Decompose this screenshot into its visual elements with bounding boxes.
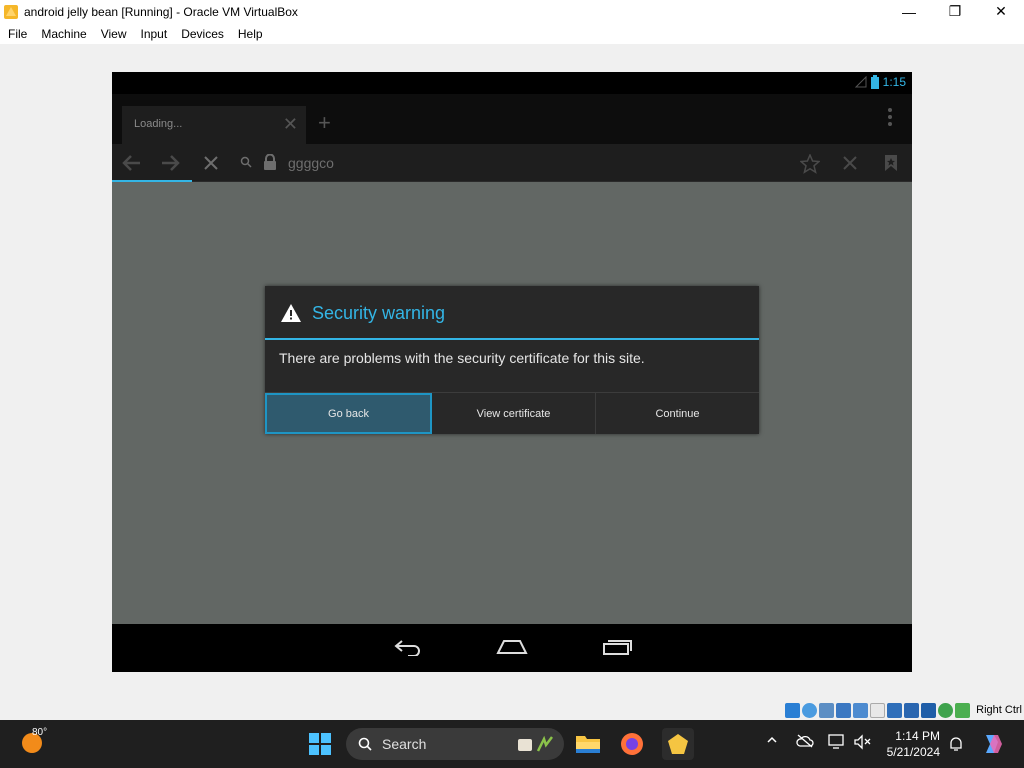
star-bookmark-icon[interactable] [800, 154, 820, 174]
forward-arrow-icon[interactable] [160, 154, 180, 172]
volume-muted-icon[interactable] [854, 734, 872, 750]
browser-tab-bar: Loading... ✕ + [112, 94, 912, 144]
guest-additions-icon[interactable] [938, 702, 954, 718]
bookmarks-icon[interactable] [884, 154, 898, 172]
menu-help[interactable]: Help [232, 27, 269, 41]
clock-date: 5/21/2024 [886, 745, 940, 759]
window-title: android jelly bean [Running] - Oracle VM… [24, 4, 298, 19]
tab-label: Loading... [134, 118, 183, 130]
vbox-status-bar: Right Ctrl [785, 700, 1024, 720]
clock[interactable]: 1:14 PM 5/21/2024 [887, 728, 940, 760]
firefox-button[interactable] [616, 728, 648, 760]
virtualbox-taskbar-button[interactable] [662, 728, 694, 760]
overflow-menu-icon[interactable] [888, 108, 892, 126]
vm-screen[interactable]: 1:15 Loading... ✕ + ggggco Security warn… [112, 72, 912, 672]
shared-folders-icon[interactable] [870, 702, 886, 718]
menu-view[interactable]: View [95, 27, 133, 41]
virtualbox-icon [668, 734, 688, 754]
menu-bar: File Machine View Input Devices Help [0, 23, 1024, 44]
continue-button[interactable]: Continue [596, 393, 759, 434]
search-icon [358, 737, 372, 751]
browser-tab[interactable]: Loading... ✕ [122, 106, 306, 144]
start-button[interactable] [304, 728, 336, 760]
weather-temperature: 80° [32, 727, 48, 738]
dialog-button-row: Go back View certificate Continue [265, 392, 759, 434]
audio-icon[interactable] [819, 702, 835, 718]
menu-input[interactable]: Input [135, 27, 174, 41]
tab-close-icon[interactable]: ✕ [283, 114, 298, 135]
taskbar-search-box[interactable]: Search [346, 728, 564, 760]
hard-disk-icon[interactable] [785, 702, 801, 718]
menu-devices[interactable]: Devices [175, 27, 230, 41]
cloud-offline-icon[interactable] [796, 734, 814, 748]
file-explorer-button[interactable] [572, 728, 604, 760]
windows-taskbar: 80° Search 1:14 PM 5/21/2024 [0, 720, 1024, 768]
notification-bell-icon[interactable] [948, 736, 964, 752]
nav-recents-icon[interactable] [602, 638, 632, 656]
display-icon[interactable] [887, 702, 903, 718]
copilot-icon[interactable] [980, 732, 1004, 756]
android-nav-bar [112, 624, 912, 672]
network-icon[interactable] [836, 702, 852, 718]
security-warning-dialog: Security warning There are problems with… [265, 286, 759, 434]
url-input[interactable]: ggggco [288, 155, 334, 171]
close-button[interactable]: ✕ [978, 0, 1024, 23]
lock-icon [264, 154, 276, 170]
menu-machine[interactable]: Machine [35, 27, 92, 41]
title-bar: android jelly bean [Running] - Oracle VM… [0, 0, 1024, 23]
network-icon[interactable] [828, 734, 846, 750]
windows-logo-icon [309, 733, 331, 755]
view-certificate-button[interactable]: View certificate [432, 393, 596, 434]
signal-icon [854, 76, 867, 88]
folder-icon [576, 736, 600, 753]
usb-icon[interactable] [853, 702, 869, 718]
search-placeholder: Search [382, 736, 427, 752]
show-hidden-icons-chevron-icon[interactable] [766, 734, 778, 746]
go-back-button[interactable]: Go back [265, 393, 432, 434]
dialog-title: Security warning [312, 303, 446, 323]
browser-url-bar: ggggco [112, 144, 912, 182]
optical-drive-icon[interactable] [802, 702, 818, 718]
new-tab-icon[interactable]: + [318, 110, 331, 136]
host-key-label: Right Ctrl [976, 704, 1022, 716]
dialog-message: There are problems with the security cer… [279, 350, 645, 366]
virtualbox-app-icon [4, 4, 18, 19]
stop-loading-icon[interactable] [203, 155, 219, 171]
firefox-icon [621, 733, 643, 755]
menu-file[interactable]: File [2, 27, 33, 41]
search-highlight-icon [518, 735, 553, 752]
android-status-bar: 1:15 [112, 72, 912, 94]
status-clock: 1:15 [882, 75, 906, 89]
search-icon [240, 156, 252, 168]
dialog-header: Security warning [265, 286, 759, 340]
nav-back-icon[interactable] [394, 638, 422, 656]
back-arrow-icon[interactable] [122, 154, 142, 172]
warning-icon [281, 304, 301, 322]
minimize-button[interactable]: — [886, 0, 932, 23]
battery-icon [870, 75, 879, 89]
nav-home-icon[interactable] [496, 638, 528, 656]
vm-icon[interactable] [921, 702, 937, 718]
recording-icon[interactable] [904, 702, 920, 718]
clear-url-icon[interactable] [842, 155, 858, 171]
maximize-button[interactable]: ❐ [932, 0, 978, 23]
clock-time: 1:14 PM [895, 729, 940, 743]
mouse-integration-icon[interactable] [955, 702, 971, 718]
